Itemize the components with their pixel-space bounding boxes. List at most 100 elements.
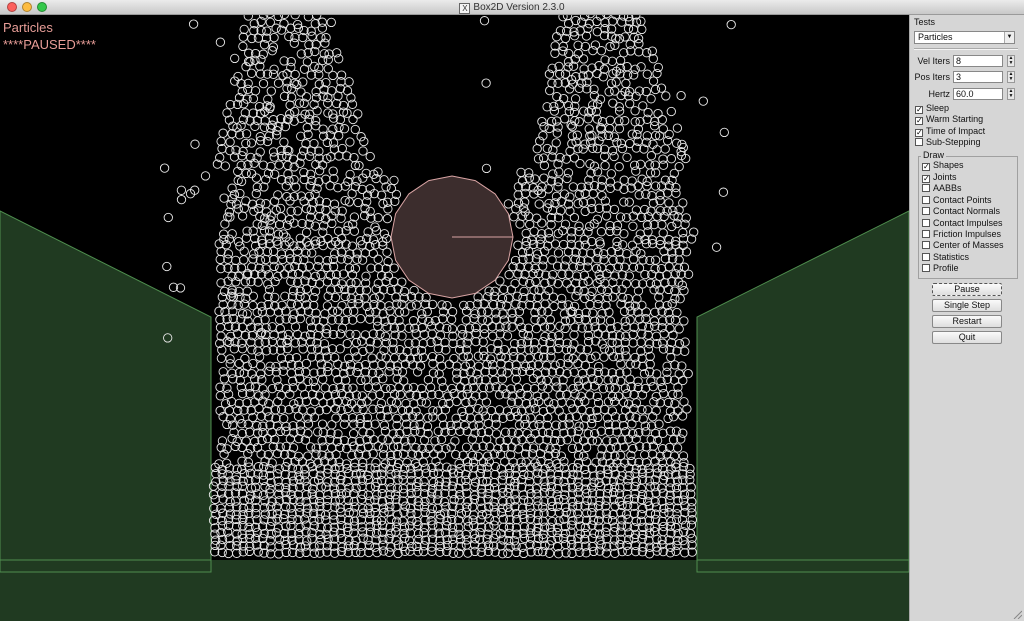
particle [537,381,548,391]
checkbox-label: Warm Starting [926,114,984,124]
hertz-stepper[interactable]: ▲ ▼ [1007,88,1015,100]
particle [615,55,626,66]
particle [609,151,619,162]
checkbox-box[interactable]: ✓ [922,163,930,171]
particle [484,457,495,467]
particle [365,151,375,162]
particle [323,366,333,377]
particle [318,427,328,438]
particle [325,434,335,445]
pause-button[interactable]: Pause [932,283,1002,296]
checkbox-box[interactable]: ✓ [915,106,923,114]
particle [261,254,271,265]
particle [614,124,625,134]
checkbox-box[interactable] [922,253,930,261]
particle [377,359,387,370]
particle [258,428,268,438]
particle [273,78,284,88]
checkbox-box[interactable] [922,196,930,204]
particle [583,227,593,237]
draw-center-of-masses-checkbox[interactable]: Center of Masses [922,240,1004,251]
checkbox-box[interactable] [922,264,930,272]
particle [344,77,354,87]
warm-starting-checkbox[interactable]: ✓ Warm Starting [915,114,983,125]
checkbox-box[interactable] [922,184,930,192]
resize-grip-icon[interactable] [1012,609,1022,619]
particle [617,284,627,294]
checkbox-box[interactable]: ✓ [922,175,930,183]
draw-profile-checkbox[interactable]: Profile [922,263,959,274]
draw-statistics-checkbox[interactable]: Statistics [922,252,969,263]
vel-iters-stepper[interactable]: ▲ ▼ [1007,55,1015,67]
draw-contact-points-checkbox[interactable]: Contact Points [922,195,992,206]
particle [554,167,564,177]
particle [656,83,667,93]
checkbox-box[interactable] [922,207,930,215]
particle [580,464,590,475]
particle [481,397,492,407]
particle [606,169,616,179]
checkbox-box[interactable] [922,241,930,249]
particle [251,189,261,199]
particle [573,358,583,369]
checkbox-box[interactable] [915,138,923,146]
particle [269,196,280,206]
particle [559,533,569,544]
particle [587,507,597,518]
particle [461,315,471,325]
particle [373,254,383,264]
particle [599,344,610,354]
checkbox-label: Statistics [933,252,970,262]
particle [608,98,618,108]
vel-iters-input[interactable]: 8 [953,55,1003,67]
draw-joints-checkbox[interactable]: ✓ Joints [922,172,957,183]
tests-select[interactable]: Particles ▼ [914,31,1015,44]
particle [627,419,637,429]
particle [328,70,338,81]
particle [272,514,282,524]
pos-iters-stepper[interactable]: ▲ ▼ [1007,71,1015,83]
title-bar: X Box2D Version 2.3.0 [0,0,1024,15]
particle [662,188,673,198]
hertz-input[interactable]: 60.0 [953,88,1003,100]
quit-button[interactable]: Quit [932,331,1002,344]
particle [471,329,481,339]
particle [680,219,690,229]
sleep-checkbox[interactable]: ✓ Sleep [915,103,949,114]
sub-stepping-checkbox[interactable]: Sub-Stepping [915,137,981,148]
draw-friction-impulses-checkbox[interactable]: Friction Impulses [922,229,1001,240]
particle [382,247,392,257]
time-of-impact-checkbox[interactable]: ✓ Time of Impact [915,126,985,137]
particle [273,15,283,22]
particle [507,322,517,332]
particle [320,309,330,319]
particle [381,276,391,287]
draw-contact-impulses-checkbox[interactable]: Contact Impulses [922,218,1003,229]
simulation-canvas[interactable] [0,15,909,621]
restart-button[interactable]: Restart [932,315,1002,328]
particle [248,291,258,301]
particle [553,182,563,192]
particle [595,315,606,325]
checkbox-box[interactable]: ✓ [915,129,923,137]
particle [502,331,513,341]
particle [337,323,348,333]
single-step-button[interactable]: Single Step [932,299,1002,312]
checkbox-box[interactable]: ✓ [915,117,923,125]
paused-status: ****PAUSED**** [3,37,96,52]
checkbox-box[interactable] [922,219,930,227]
particle [532,144,542,154]
draw-aabbs-checkbox[interactable]: AABBs [922,183,962,194]
particle [294,98,305,108]
particle [573,442,584,452]
draw-contact-normals-checkbox[interactable]: Contact Normals [922,206,1000,217]
pos-iters-input[interactable]: 3 [953,71,1003,83]
particle [239,246,249,256]
particle [622,249,632,259]
draw-shapes-checkbox[interactable]: ✓ Shapes [922,160,964,171]
particle [633,286,644,296]
simulation-viewport[interactable]: Particles ****PAUSED**** [0,15,909,621]
checkbox-box[interactable] [922,230,930,238]
particle [621,279,632,289]
particle [622,152,632,162]
